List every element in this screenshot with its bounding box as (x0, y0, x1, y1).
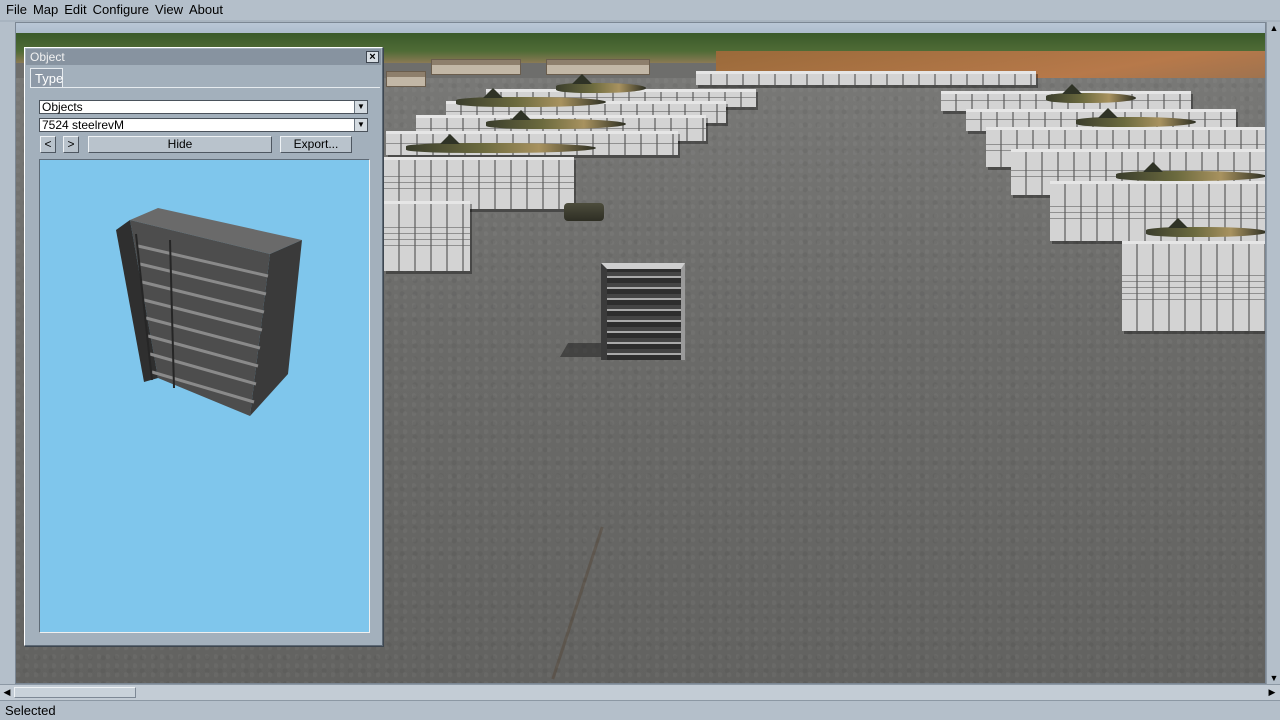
vertical-scrollbar[interactable]: ▲ ▼ (1266, 22, 1280, 684)
menu-file[interactable]: File (4, 0, 29, 20)
hide-button[interactable]: Hide (88, 136, 272, 153)
parked-jet (486, 110, 626, 129)
category-select[interactable]: Objects ▼ (39, 100, 368, 114)
parked-jet (1116, 162, 1265, 181)
menu-view[interactable]: View (153, 0, 185, 20)
revetment-wall (384, 201, 470, 271)
hangar-building (431, 59, 521, 75)
object-preview[interactable] (40, 160, 369, 632)
parked-jet (1046, 84, 1136, 103)
next-object-button[interactable]: > (63, 136, 79, 153)
category-select-value: Objects (42, 100, 83, 114)
menu-edit[interactable]: Edit (62, 0, 88, 20)
menu-map[interactable]: Map (31, 0, 60, 20)
menu-configure[interactable]: Configure (91, 0, 151, 20)
status-text: Selected (5, 703, 56, 718)
hangar-building (546, 59, 650, 75)
chevron-down-icon[interactable]: ▼ (354, 101, 367, 113)
panel-titlebar[interactable]: Object × (26, 49, 381, 65)
previous-object-button[interactable]: < (40, 136, 56, 153)
horizontal-scroll-thumb[interactable] (14, 687, 136, 698)
object-select[interactable]: 7524 steelrevM ▼ (39, 118, 368, 132)
scroll-down-icon[interactable]: ▼ (1268, 672, 1280, 684)
panel-title: Object (30, 50, 65, 64)
hangar-building (386, 71, 426, 87)
tab-type[interactable]: Type (30, 68, 63, 87)
ground-vehicle (564, 203, 604, 221)
revetment-wall (1122, 241, 1265, 331)
export-button[interactable]: Export... (280, 136, 352, 153)
selected-steel-revetment[interactable] (601, 263, 685, 360)
scroll-right-icon[interactable]: ▶ (1266, 686, 1278, 698)
parked-jet (406, 134, 596, 153)
left-gutter (0, 22, 15, 684)
horizontal-scrollbar[interactable]: ◀ ▶ (0, 684, 1280, 700)
chevron-down-icon[interactable]: ▼ (354, 119, 367, 131)
steel-revetment-3d-model (116, 208, 302, 416)
scroll-left-icon[interactable]: ◀ (1, 686, 13, 698)
parked-jet (1146, 218, 1265, 237)
close-icon[interactable]: × (366, 51, 379, 63)
object-panel: Object × Type Objects ▼ 7524 steelrevM ▼… (24, 47, 383, 646)
status-bar: Selected (0, 700, 1280, 720)
parked-jet (1076, 108, 1196, 127)
scroll-up-icon[interactable]: ▲ (1268, 22, 1280, 34)
parked-jet (456, 88, 606, 107)
revetment-wall (696, 71, 1036, 85)
tab-divider (30, 87, 380, 88)
parked-jet (556, 74, 646, 93)
menu-about[interactable]: About (187, 0, 225, 20)
object-select-value: 7524 steelrevM (42, 118, 125, 132)
menu-bar: File Map Edit Configure View About (0, 0, 1280, 20)
